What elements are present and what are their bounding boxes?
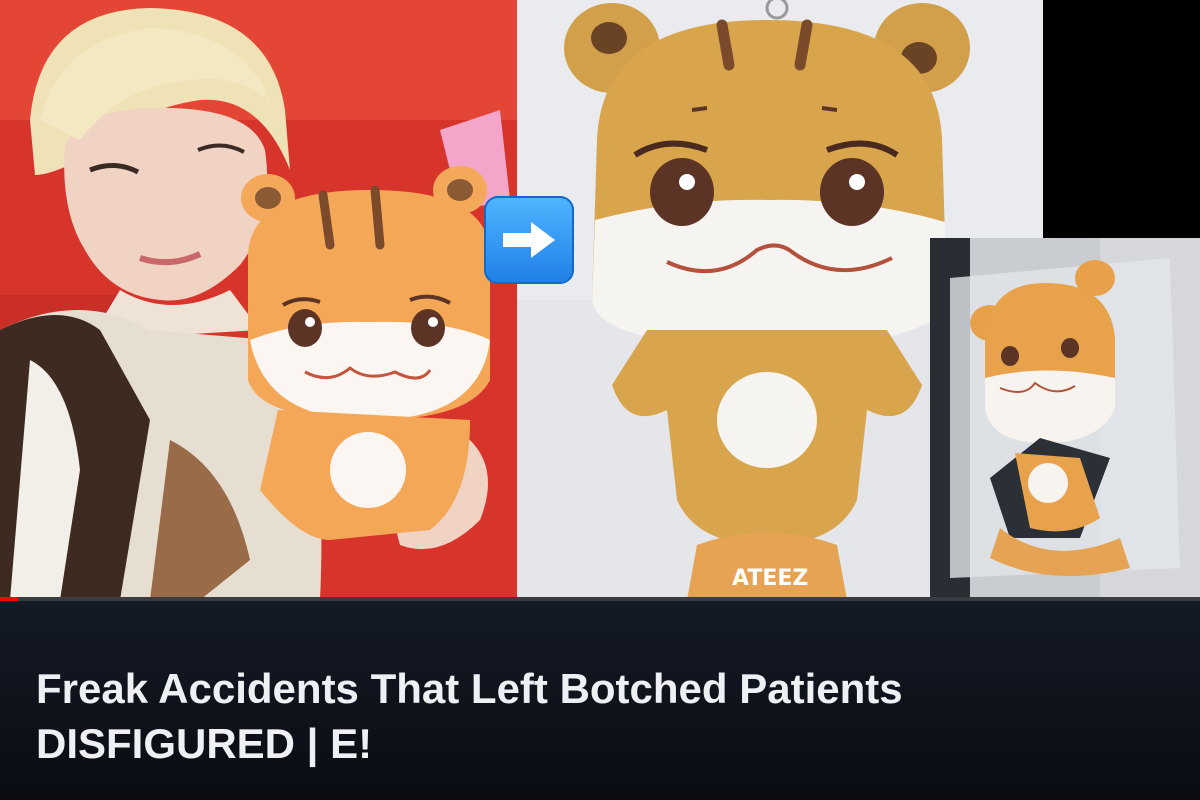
black-background-area: [1043, 0, 1200, 238]
packaged-plush-photo: [930, 238, 1200, 600]
person-holding-plush-photo: [0, 0, 517, 600]
video-caption-area: Freak Accidents That Left Botched Patien…: [0, 601, 1200, 800]
video-title-line-2: DISFIGURED | E!: [36, 720, 373, 767]
video-title-line-1: Freak Accidents That Left Botched Patien…: [36, 665, 903, 712]
video-thumbnail[interactable]: ATEEZ: [0, 0, 1200, 600]
svg-text:ATEEZ: ATEEZ: [732, 566, 808, 591]
right-arrow-emoji-icon: [484, 196, 574, 284]
video-title[interactable]: Freak Accidents That Left Botched Patien…: [36, 661, 1156, 771]
